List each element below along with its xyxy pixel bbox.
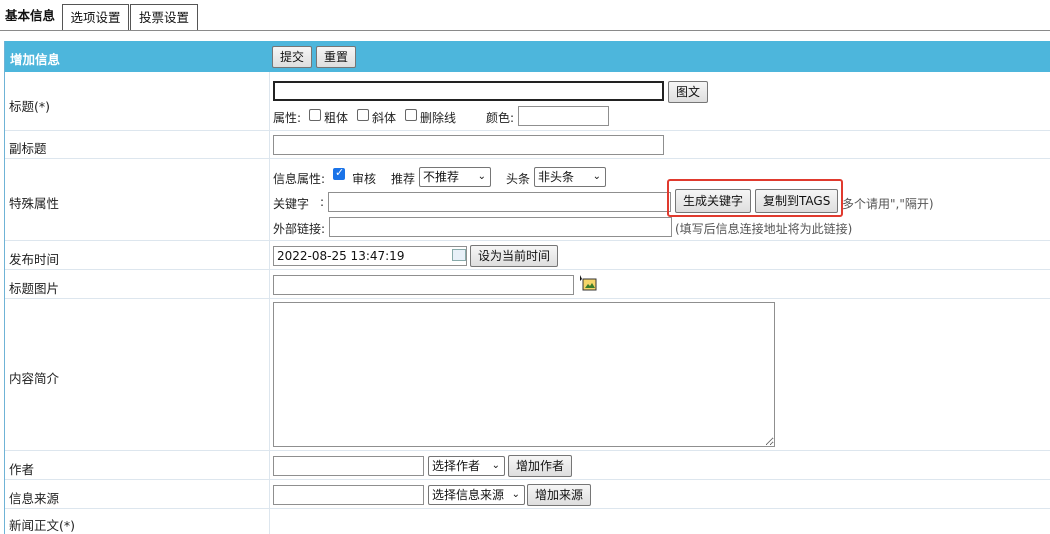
tab-vote-settings[interactable]: 投票设置 [130, 4, 198, 30]
title-picture-input[interactable] [273, 275, 574, 295]
source-label: 信息来源 [9, 491, 60, 506]
author-input[interactable] [273, 456, 424, 476]
summary-textarea[interactable] [273, 302, 775, 447]
review-label: 审核 [352, 172, 377, 186]
form-header: 增加信息 提交 重置 [5, 41, 1050, 72]
tuwen-button[interactable]: 图文 [668, 81, 709, 103]
tab-basic-info[interactable]: 基本信息 [0, 2, 60, 30]
publish-time-input[interactable] [273, 246, 467, 266]
special-attr-label: 特殊属性 [9, 196, 60, 211]
info-attr-label: 信息属性: [273, 172, 326, 186]
subtitle-row: 副标题 [5, 131, 1050, 159]
publish-time-label: 发布时间 [9, 252, 60, 267]
chevron-down-icon: ⌄ [511, 489, 520, 500]
author-select[interactable]: 选择作者 ⌄ [428, 456, 505, 476]
title-label: 标题(*) [9, 99, 51, 114]
reset-button[interactable]: 重置 [316, 46, 357, 68]
special-attr-row: 特殊属性 信息属性: 审核 推荐 不推荐 ⌄ 头条 非头条 ⌄ 关键字 : 生成… [5, 159, 1050, 241]
recommend-value: 不推荐 [423, 170, 460, 184]
strike-label: 删除线 [420, 111, 457, 125]
author-row: 作者 选择作者 ⌄ 增加作者 [5, 451, 1050, 480]
content-row: 新闻正文(*) [5, 509, 1050, 534]
form-title: 增加信息 [10, 52, 61, 67]
title-row: 标题(*) 图文 属性: 粗体 斜体 删除线 颜色: [5, 72, 1050, 131]
keyword-hint: 多个请用","隔开) [842, 197, 934, 211]
headline-select[interactable]: 非头条 ⌄ [534, 167, 606, 187]
keyword-input[interactable] [328, 192, 671, 212]
recommend-select[interactable]: 不推荐 ⌄ [419, 167, 491, 187]
subtitle-label: 副标题 [9, 141, 47, 156]
chevron-down-icon: ⌄ [477, 171, 486, 182]
add-source-button[interactable]: 增加来源 [527, 484, 592, 506]
color-input[interactable] [518, 106, 609, 126]
content-label: 新闻正文(*) [9, 518, 76, 533]
chevron-down-icon: ⌄ [491, 460, 500, 471]
author-select-value: 选择作者 [432, 459, 481, 473]
highlight-box [667, 179, 843, 217]
title-picture-row: 标题图片 [5, 270, 1050, 299]
summary-row: 内容简介 [5, 299, 1050, 451]
italic-label: 斜体 [372, 111, 397, 125]
italic-checkbox[interactable] [357, 109, 369, 121]
keyword-label: 关键字 [273, 197, 310, 211]
form-panel: 增加信息 提交 重置 标题(*) 图文 属性: 粗体 斜体 删除线 颜色: 副标… [4, 41, 1050, 534]
bold-label: 粗体 [324, 111, 349, 125]
publish-time-row: 发布时间 设为当前时间 [5, 241, 1050, 270]
external-link-label: 外部链接: [273, 222, 326, 236]
external-link-hint: (填写后信息连接地址将为此链接) [675, 222, 853, 236]
attr-label: 属性: [273, 111, 302, 125]
tab-bar: 基本信息 选项设置 投票设置 [0, 0, 1050, 31]
color-label: 颜色: [486, 111, 515, 125]
title-input[interactable] [273, 81, 664, 101]
strike-checkbox[interactable] [405, 109, 417, 121]
external-link-input[interactable] [329, 217, 672, 237]
title-picture-label: 标题图片 [9, 281, 60, 296]
headline-label: 头条 [506, 172, 531, 186]
review-checkbox[interactable] [333, 166, 345, 180]
author-label: 作者 [9, 462, 35, 477]
image-select-icon[interactable] [579, 275, 597, 291]
source-row: 信息来源 选择信息来源 ⌄ 增加来源 [5, 480, 1050, 509]
subtitle-input[interactable] [273, 135, 664, 155]
calendar-icon[interactable] [452, 249, 466, 261]
keyword-colon: : [320, 195, 325, 209]
summary-label: 内容简介 [9, 371, 60, 386]
headline-value: 非头条 [538, 170, 575, 184]
set-current-time-button[interactable]: 设为当前时间 [470, 245, 559, 267]
submit-button[interactable]: 提交 [272, 46, 313, 68]
bold-checkbox[interactable] [309, 109, 321, 121]
source-select[interactable]: 选择信息来源 ⌄ [428, 485, 525, 505]
source-input[interactable] [273, 485, 424, 505]
source-select-value: 选择信息来源 [432, 488, 505, 502]
add-author-button[interactable]: 增加作者 [508, 455, 573, 477]
chevron-down-icon: ⌄ [592, 171, 601, 182]
recommend-label: 推荐 [391, 172, 416, 186]
tab-option-settings[interactable]: 选项设置 [62, 4, 129, 30]
